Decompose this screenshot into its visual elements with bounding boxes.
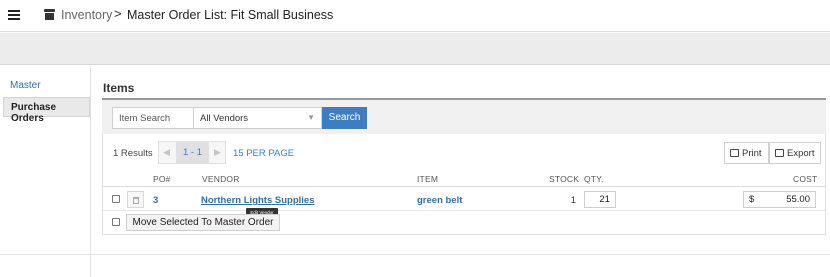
print-button[interactable]: Print — [724, 142, 769, 164]
vendor-select-value: All Vendors — [200, 113, 249, 124]
column-header-cost[interactable]: COST — [793, 174, 817, 184]
export-icon — [775, 149, 784, 157]
item-search-input[interactable]: Item Search — [112, 107, 194, 129]
select-all-checkbox[interactable] — [112, 218, 120, 226]
stock-value: 1 — [570, 195, 576, 206]
pagination: ◀ 1 - 1 ▶ — [158, 141, 226, 164]
table-row-divider — [103, 210, 825, 211]
column-header-vendor[interactable]: VENDOR — [202, 174, 240, 184]
po-number-link[interactable]: 3 — [153, 195, 158, 206]
column-header-item[interactable]: ITEM — [417, 174, 438, 184]
inventory-box-icon — [44, 9, 55, 20]
hamburger-icon[interactable] — [8, 10, 20, 20]
export-button[interactable]: Export — [769, 142, 821, 164]
section-title: Items — [103, 81, 135, 95]
results-count: 1 Results — [113, 148, 153, 159]
vendor-select[interactable]: All Vendors ▼ — [193, 107, 322, 129]
move-to-master-order-button[interactable]: Move Selected To Master Order — [126, 214, 280, 231]
chevron-down-icon: ▼ — [307, 113, 315, 122]
cost-value: 55.00 — [786, 194, 810, 205]
qty-input[interactable]: 21 — [584, 191, 616, 208]
column-header-po[interactable]: PO# — [153, 174, 171, 184]
sidebar-item-purchase-orders[interactable]: Purchase Orders — [3, 97, 90, 124]
delete-row-button[interactable] — [127, 191, 144, 208]
chevron-right-icon[interactable]: ▶ — [214, 147, 221, 158]
breadcrumb-separator: > — [114, 6, 122, 21]
column-header-qty[interactable]: QTY. — [584, 174, 604, 184]
item-link[interactable]: green belt — [417, 195, 462, 206]
sidebar-item-master[interactable]: Master — [3, 76, 90, 96]
row-select-checkbox[interactable] — [112, 195, 120, 203]
printer-icon — [730, 149, 739, 157]
vendor-link[interactable]: Northern Lights Supplies — [201, 195, 314, 206]
breadcrumb-inventory-link[interactable]: Inventory — [61, 8, 112, 22]
page-title: Master Order List: Fit Small Business — [127, 8, 334, 22]
per-page-selector[interactable]: 15 PER PAGE — [233, 148, 294, 159]
page-range[interactable]: 1 - 1 — [176, 142, 209, 163]
top-bar: Inventory > Master Order List: Fit Small… — [0, 0, 830, 32]
trash-icon — [133, 197, 139, 204]
footer-divider — [0, 254, 830, 255]
currency-symbol: $ — [749, 194, 755, 205]
search-button[interactable]: Search — [322, 107, 367, 129]
chevron-left-icon[interactable]: ◀ — [163, 147, 170, 158]
print-label: Print — [742, 148, 762, 159]
cost-input[interactable]: $ 55.00 — [743, 191, 816, 208]
toolbar-band — [0, 33, 830, 65]
export-label: Export — [787, 148, 815, 159]
sidebar: Master Purchase Orders — [0, 66, 91, 277]
table-header-divider — [103, 186, 825, 187]
column-header-stock[interactable]: STOCK — [549, 174, 579, 184]
